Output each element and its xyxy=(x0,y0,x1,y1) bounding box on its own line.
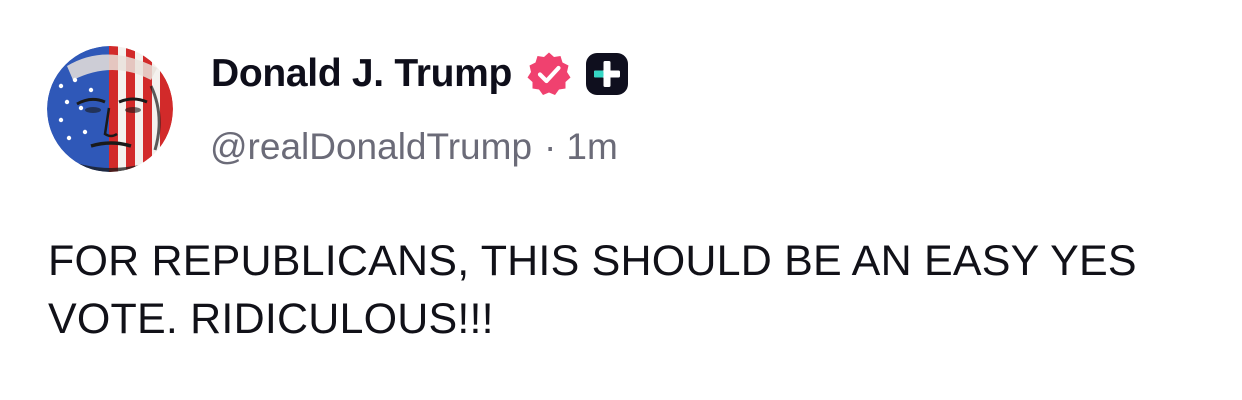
post-text: FOR REPUBLICANS, THIS SHOULD BE AN EASY … xyxy=(48,237,1137,343)
plus-badge-icon xyxy=(585,52,629,96)
post-card[interactable]: Donald J. Trump @realDonaldTrump · 1m FO… xyxy=(0,0,1242,400)
display-name[interactable]: Donald J. Trump xyxy=(211,52,512,96)
author-handle[interactable]: @realDonaldTrump xyxy=(210,126,532,168)
post-timestamp[interactable]: 1m xyxy=(566,126,617,168)
post-meta-row: @realDonaldTrump · 1m xyxy=(210,122,618,172)
author-name-row: Donald J. Trump xyxy=(211,48,629,100)
meta-separator: · xyxy=(544,126,557,167)
verified-badge-icon xyxy=(526,51,572,97)
avatar-image xyxy=(47,46,173,172)
avatar[interactable] xyxy=(47,46,173,172)
